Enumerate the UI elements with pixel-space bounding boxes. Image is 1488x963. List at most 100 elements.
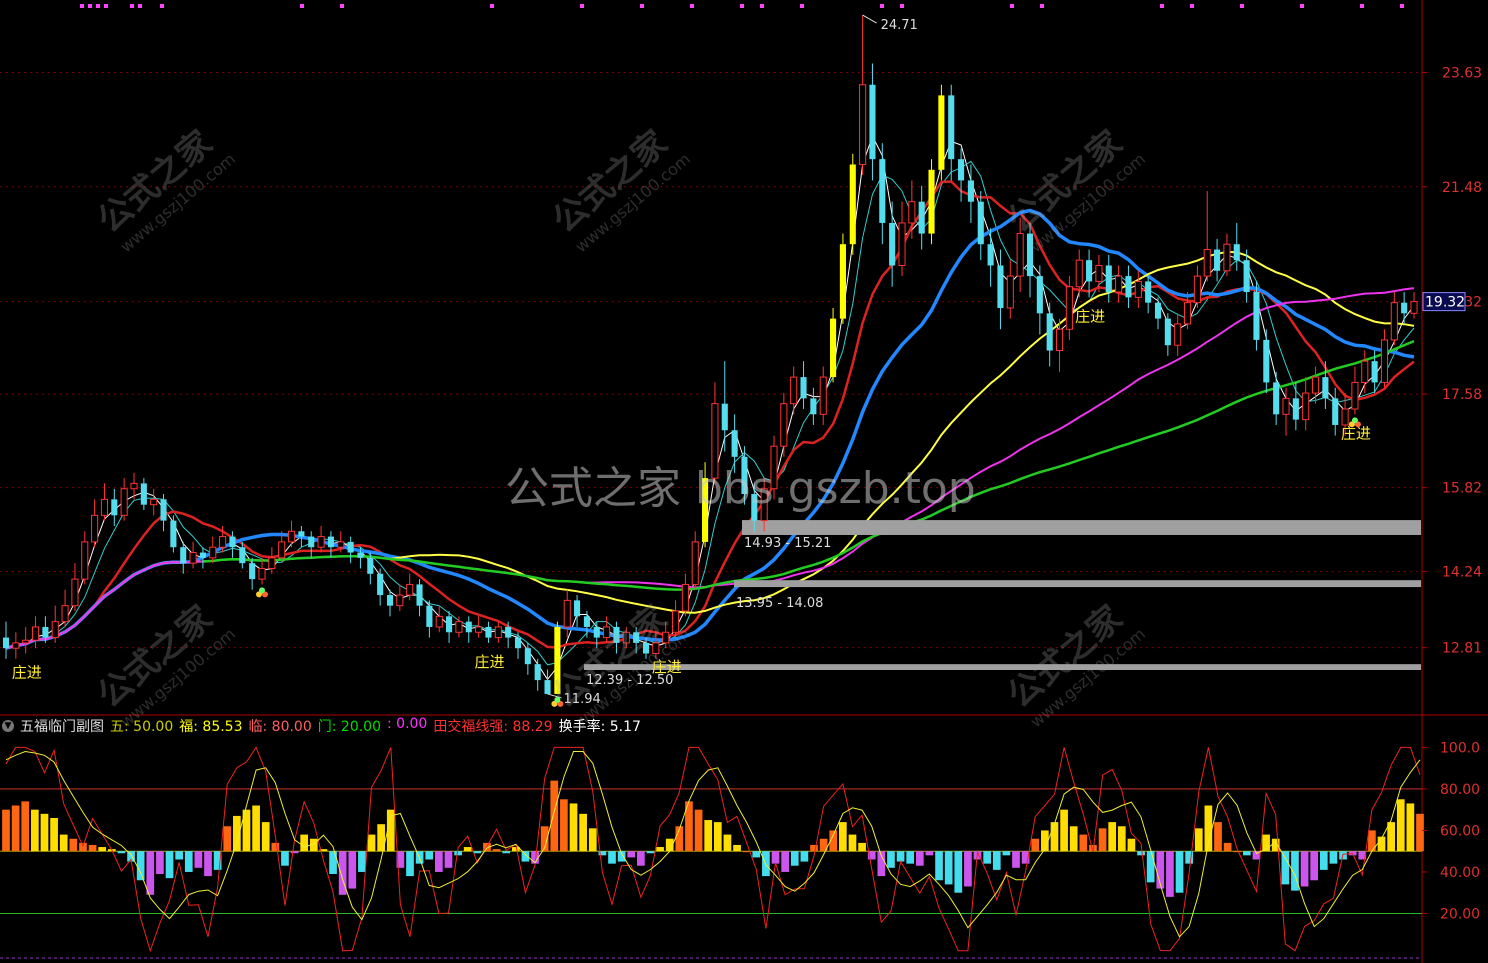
indicator-yellow-line xyxy=(5,750,1421,938)
ma-red-line xyxy=(5,180,1415,650)
candle-body xyxy=(71,578,79,607)
candle-body xyxy=(1086,260,1093,282)
indicator-axis: 100.0 80.00 60.00 40.00 20.00 xyxy=(1422,740,1480,922)
candle-body xyxy=(839,244,846,319)
indicator-bar xyxy=(694,809,703,852)
candle-body xyxy=(1164,318,1171,346)
price-tick-label: 23.63 xyxy=(1442,66,1482,82)
legend-item: : 0.00 xyxy=(387,716,428,732)
candle-body xyxy=(1341,408,1349,426)
candle-body xyxy=(702,478,709,542)
candle-body xyxy=(189,552,197,564)
candle-body xyxy=(534,664,541,681)
indicator-bar xyxy=(252,805,260,852)
ma-yellow-line xyxy=(5,250,1415,650)
event-dot xyxy=(104,4,108,8)
candle-body xyxy=(1193,275,1201,304)
indicator-bar xyxy=(733,844,741,852)
indicator-bar xyxy=(444,851,453,868)
candle-body xyxy=(819,376,827,415)
indicator-bar xyxy=(992,851,1001,870)
candle-body xyxy=(111,499,118,516)
candle-body xyxy=(1115,275,1123,293)
candle-body xyxy=(1282,397,1290,415)
candle-body xyxy=(958,159,965,181)
indicator-bar xyxy=(1194,828,1203,852)
candle-body xyxy=(465,621,472,633)
candle-body xyxy=(475,626,483,633)
indicator-bar xyxy=(627,851,636,858)
candle-body xyxy=(1302,392,1310,421)
candle-body xyxy=(287,530,296,543)
candle-body xyxy=(446,616,453,633)
candle-body xyxy=(671,610,680,633)
candle-body xyxy=(1105,265,1112,293)
candle-body xyxy=(830,318,837,378)
indicator-title[interactable]: 五福临门副图 xyxy=(20,716,104,736)
candle-body xyxy=(938,95,945,170)
candle-body xyxy=(51,621,59,639)
candle-body xyxy=(1233,244,1240,261)
event-dot xyxy=(300,4,304,8)
indicator-bar xyxy=(1002,851,1011,856)
candle-body xyxy=(563,599,571,628)
event-dot xyxy=(1010,4,1014,8)
candle-body xyxy=(574,600,581,617)
indicator-bar xyxy=(204,851,212,877)
candle-body xyxy=(544,680,551,694)
ma-white-line xyxy=(5,134,1415,681)
candle-body xyxy=(908,201,916,224)
signal-label: 庄进 xyxy=(1075,307,1105,325)
candle-body xyxy=(622,631,630,644)
candle-body xyxy=(790,376,798,405)
candle-body xyxy=(810,398,817,415)
indicator-bar xyxy=(983,851,991,864)
candle-body xyxy=(81,541,89,580)
indicator-bar xyxy=(1319,851,1328,870)
indicator-bar xyxy=(896,851,905,862)
chevron-down-icon[interactable]: ▼ xyxy=(2,720,14,732)
indicator-bar xyxy=(358,851,366,872)
candle-body xyxy=(1253,292,1260,340)
signal-label: 庄进 xyxy=(652,658,682,676)
event-dot xyxy=(1240,4,1244,8)
candle-body xyxy=(160,499,167,521)
candle-body xyxy=(1243,260,1250,293)
indicator-bar xyxy=(569,803,578,852)
candle-body xyxy=(455,621,463,633)
high-label: 24.71 xyxy=(881,18,918,33)
candle-body xyxy=(1145,281,1152,303)
candle-body xyxy=(367,557,374,574)
indicator-bar xyxy=(560,799,568,852)
candle-body xyxy=(1006,275,1014,309)
indicator-bar xyxy=(136,851,145,881)
indicator-bar xyxy=(11,805,20,852)
candle-body xyxy=(859,84,867,165)
indicator-bar xyxy=(300,834,309,852)
candle-body xyxy=(435,615,443,628)
low-label: 11.94 xyxy=(564,692,601,707)
candle-body xyxy=(889,222,896,266)
indicator-bar xyxy=(608,851,616,864)
indicator-bar xyxy=(117,851,126,854)
candle-body xyxy=(239,547,246,564)
indicator-bar xyxy=(50,817,58,852)
candle-body xyxy=(918,201,925,234)
candle-body xyxy=(652,642,660,655)
event-dot xyxy=(340,4,344,8)
indicator-bar xyxy=(906,851,915,864)
indicator-bar xyxy=(1223,842,1232,852)
indicator-bar xyxy=(964,851,972,887)
candle-body xyxy=(494,626,502,639)
support-zone xyxy=(742,520,1421,535)
candle-body xyxy=(583,616,590,627)
candle-body xyxy=(1311,376,1320,394)
candle-body xyxy=(1075,259,1083,288)
candle-body xyxy=(603,626,611,639)
indicator-bar xyxy=(1079,834,1088,852)
signal-label: 庄进 xyxy=(474,653,504,671)
indicator-bar xyxy=(1416,813,1424,852)
candle-body xyxy=(180,547,187,564)
indicator-bar xyxy=(1233,851,1242,853)
candle-body xyxy=(1401,302,1408,314)
